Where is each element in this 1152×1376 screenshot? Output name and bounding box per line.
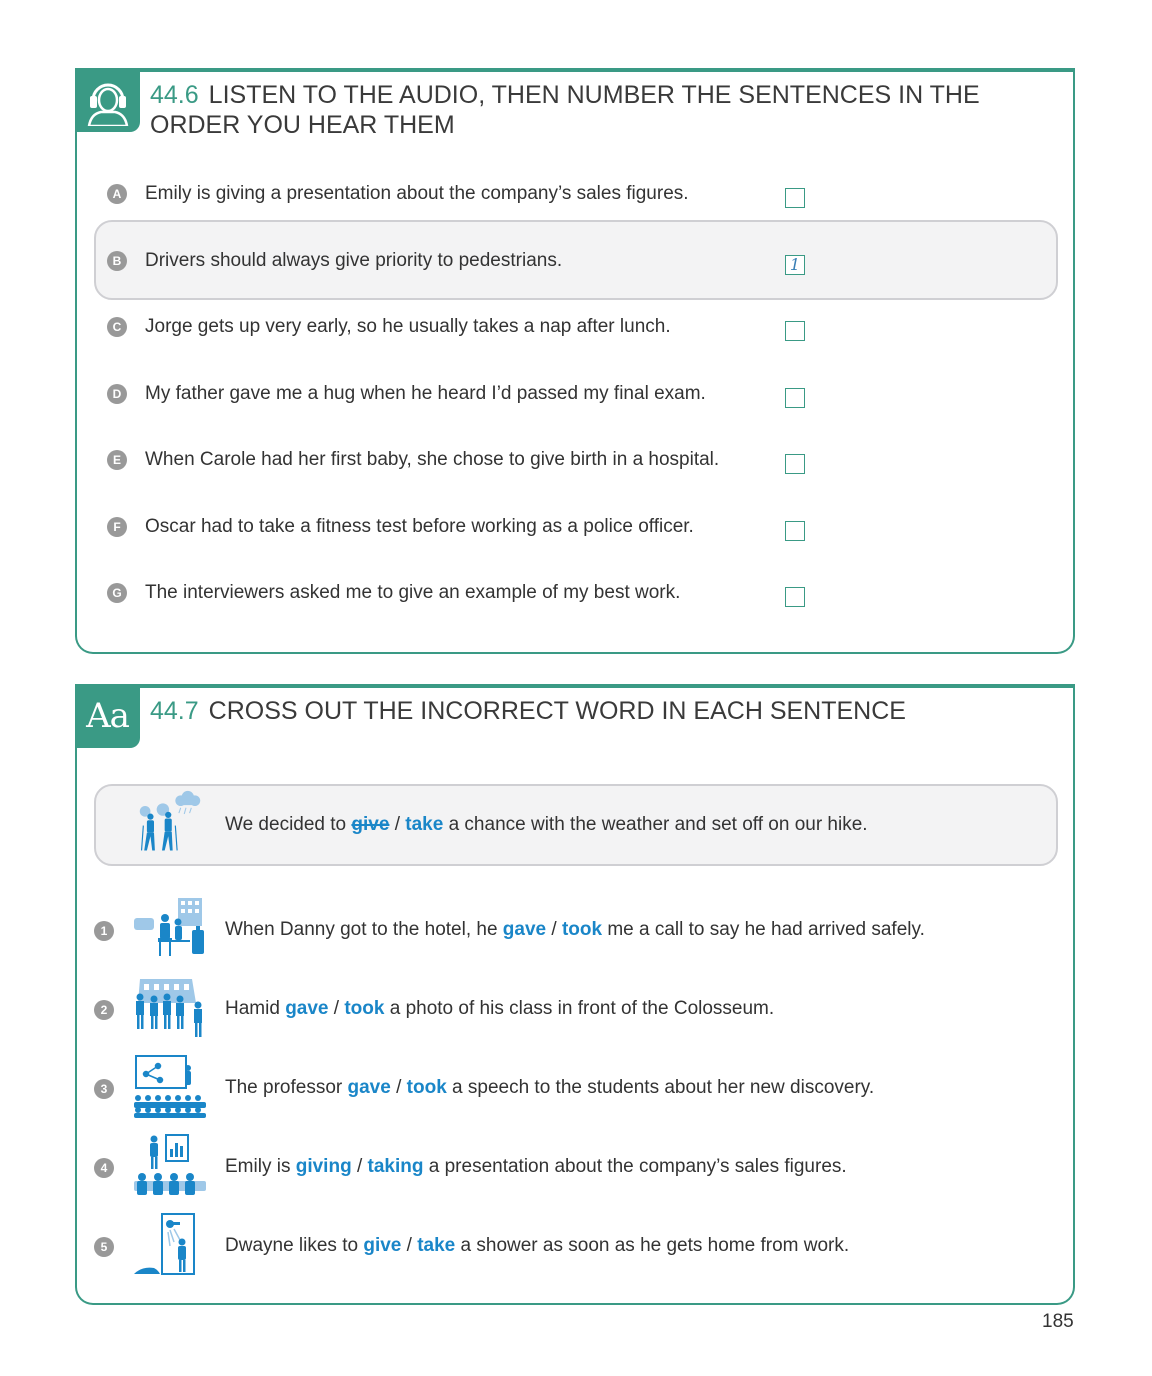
title-line-1: LISTEN TO THE AUDIO, THEN NUMBER THE SEN… — [208, 81, 980, 109]
sentence-end: me a call to say he had arrived safely. — [602, 919, 925, 940]
option-b[interactable]: took — [562, 919, 602, 940]
headphones-person-icon — [75, 68, 140, 132]
option-crossed-out[interactable]: give — [351, 814, 389, 835]
sentence-4: Emily is giving / taking a presentation … — [225, 1152, 847, 1182]
slash: / — [328, 998, 345, 1019]
sentence-text: Jorge gets up very early, so he usually … — [145, 316, 671, 337]
page-number: 185 — [1042, 1311, 1074, 1332]
option-a[interactable]: gave — [348, 1077, 391, 1098]
answer-box-e[interactable] — [785, 454, 805, 474]
sentence-row-e: E When Carole had her first baby, she ch… — [107, 445, 719, 475]
sentence-text: Drivers should always give priority to p… — [145, 250, 563, 271]
letter-badge: B — [107, 251, 127, 271]
sentence-row-d: D My father gave me a hug when he heard … — [107, 379, 706, 409]
exercise-44-7-panel: Aa 44.7 CROSS OUT THE INCORRECT WORD IN E… — [75, 684, 1075, 1305]
sentence-end: a shower as soon as he gets home from wo… — [455, 1235, 850, 1256]
exercise-title: 44.6 LISTEN TO THE AUDIO, THEN NUMBER THE… — [150, 80, 1010, 140]
sentence-end: a speech to the students about her new d… — [446, 1077, 875, 1098]
exercise-44-6-panel: 44.6 LISTEN TO THE AUDIO, THEN NUMBER THE… — [75, 68, 1075, 654]
sentence-end: a chance with the weather and set off on… — [443, 814, 868, 835]
slash: / — [351, 1156, 368, 1177]
exercise-number: 44.7 — [150, 697, 199, 725]
letter-badge: D — [107, 384, 127, 404]
sentence-text: Emily is giving a presentation about the… — [145, 183, 689, 204]
sentence-row-g: G The interviewers asked me to give an e… — [107, 578, 680, 608]
vocabulary-badge: Aa — [75, 684, 140, 748]
sentence-row-c: C Jorge gets up very early, so he usuall… — [107, 312, 671, 342]
sentence-start: Hamid — [225, 998, 286, 1019]
title-text: CROSS OUT THE INCORRECT WORD IN EACH SEN… — [208, 697, 906, 725]
sentence-text: My father gave me a hug when he heard I’… — [145, 383, 706, 404]
letter-badge: A — [107, 184, 127, 204]
hotel-reception-icon — [134, 898, 204, 956]
sentence-5: Dwayne likes to give / take a shower as … — [225, 1231, 849, 1261]
lecture-audience-icon — [134, 1055, 206, 1118]
option-b[interactable]: took — [407, 1077, 447, 1098]
presentation-chart-icon — [134, 1134, 206, 1195]
option-a[interactable]: gave — [285, 998, 328, 1019]
slash: / — [546, 919, 562, 940]
sentence-start: We decided to — [225, 814, 352, 835]
hikers-rain-icon — [139, 790, 201, 851]
letter-badge: G — [107, 583, 127, 603]
shower-icon — [134, 1213, 195, 1275]
item-number: 5 — [94, 1237, 114, 1257]
title-line-2: ORDER YOU HEAR THEM — [150, 111, 455, 139]
exercise-number: 44.6 — [150, 81, 199, 109]
sentence-row-b: B Drivers should always give priority to… — [107, 246, 562, 276]
answer-box-g[interactable] — [785, 587, 805, 607]
option-b[interactable]: take — [417, 1235, 455, 1256]
sentence-end: a photo of his class in front of the Col… — [384, 998, 775, 1019]
slash: / — [390, 1077, 407, 1098]
answer-box-c[interactable] — [785, 321, 805, 341]
answer-box-d[interactable] — [785, 388, 805, 408]
letter-badge: E — [107, 450, 127, 470]
sentence-start: Dwayne likes to — [225, 1235, 364, 1256]
class-photo-colosseum-icon — [136, 979, 202, 1037]
letter-badge: C — [107, 317, 127, 337]
sentence-3: The professor gave / took a speech to th… — [225, 1073, 874, 1103]
item-number: 2 — [94, 1000, 114, 1020]
answer-box-f[interactable] — [785, 521, 805, 541]
sentence-row-f: F Oscar had to take a fitness test befor… — [107, 512, 694, 542]
answer-box-b[interactable]: 1 — [785, 255, 805, 275]
item-number: 1 — [94, 921, 114, 941]
sentence-text: When Carole had her first baby, she chos… — [145, 449, 720, 470]
sentence-start: Emily is — [225, 1156, 296, 1177]
option-b[interactable]: took — [344, 998, 384, 1019]
sentence-start: When Danny got to the hotel, he — [225, 919, 503, 940]
letter-badge: F — [107, 517, 127, 537]
sentence-end: a presentation about the company’s sales… — [423, 1156, 847, 1177]
option-a[interactable]: gave — [503, 919, 546, 940]
sentence-row-a: A Emily is giving a presentation about t… — [107, 179, 689, 209]
sentence-1: When Danny got to the hotel, he gave / t… — [225, 915, 925, 945]
item-number: 4 — [94, 1158, 114, 1178]
option-a[interactable]: giving — [296, 1156, 352, 1177]
sentence-text: The interviewers asked me to give an exa… — [145, 582, 681, 603]
item-number: 3 — [94, 1079, 114, 1099]
option-correct[interactable]: take — [405, 814, 443, 835]
example-sentence: We decided to give / take a chance with … — [225, 810, 868, 840]
option-b[interactable]: taking — [368, 1156, 424, 1177]
answer-box-a[interactable] — [785, 188, 805, 208]
sentence-start: The professor — [225, 1077, 348, 1098]
sentence-text: Oscar had to take a fitness test before … — [145, 516, 694, 537]
sentence-2: Hamid gave / took a photo of his class i… — [225, 994, 774, 1024]
option-a[interactable]: give — [363, 1235, 401, 1256]
slash: / — [401, 1235, 418, 1256]
exercise-title: 44.7 CROSS OUT THE INCORRECT WORD IN EACH… — [150, 696, 1010, 726]
slash: / — [389, 814, 406, 835]
